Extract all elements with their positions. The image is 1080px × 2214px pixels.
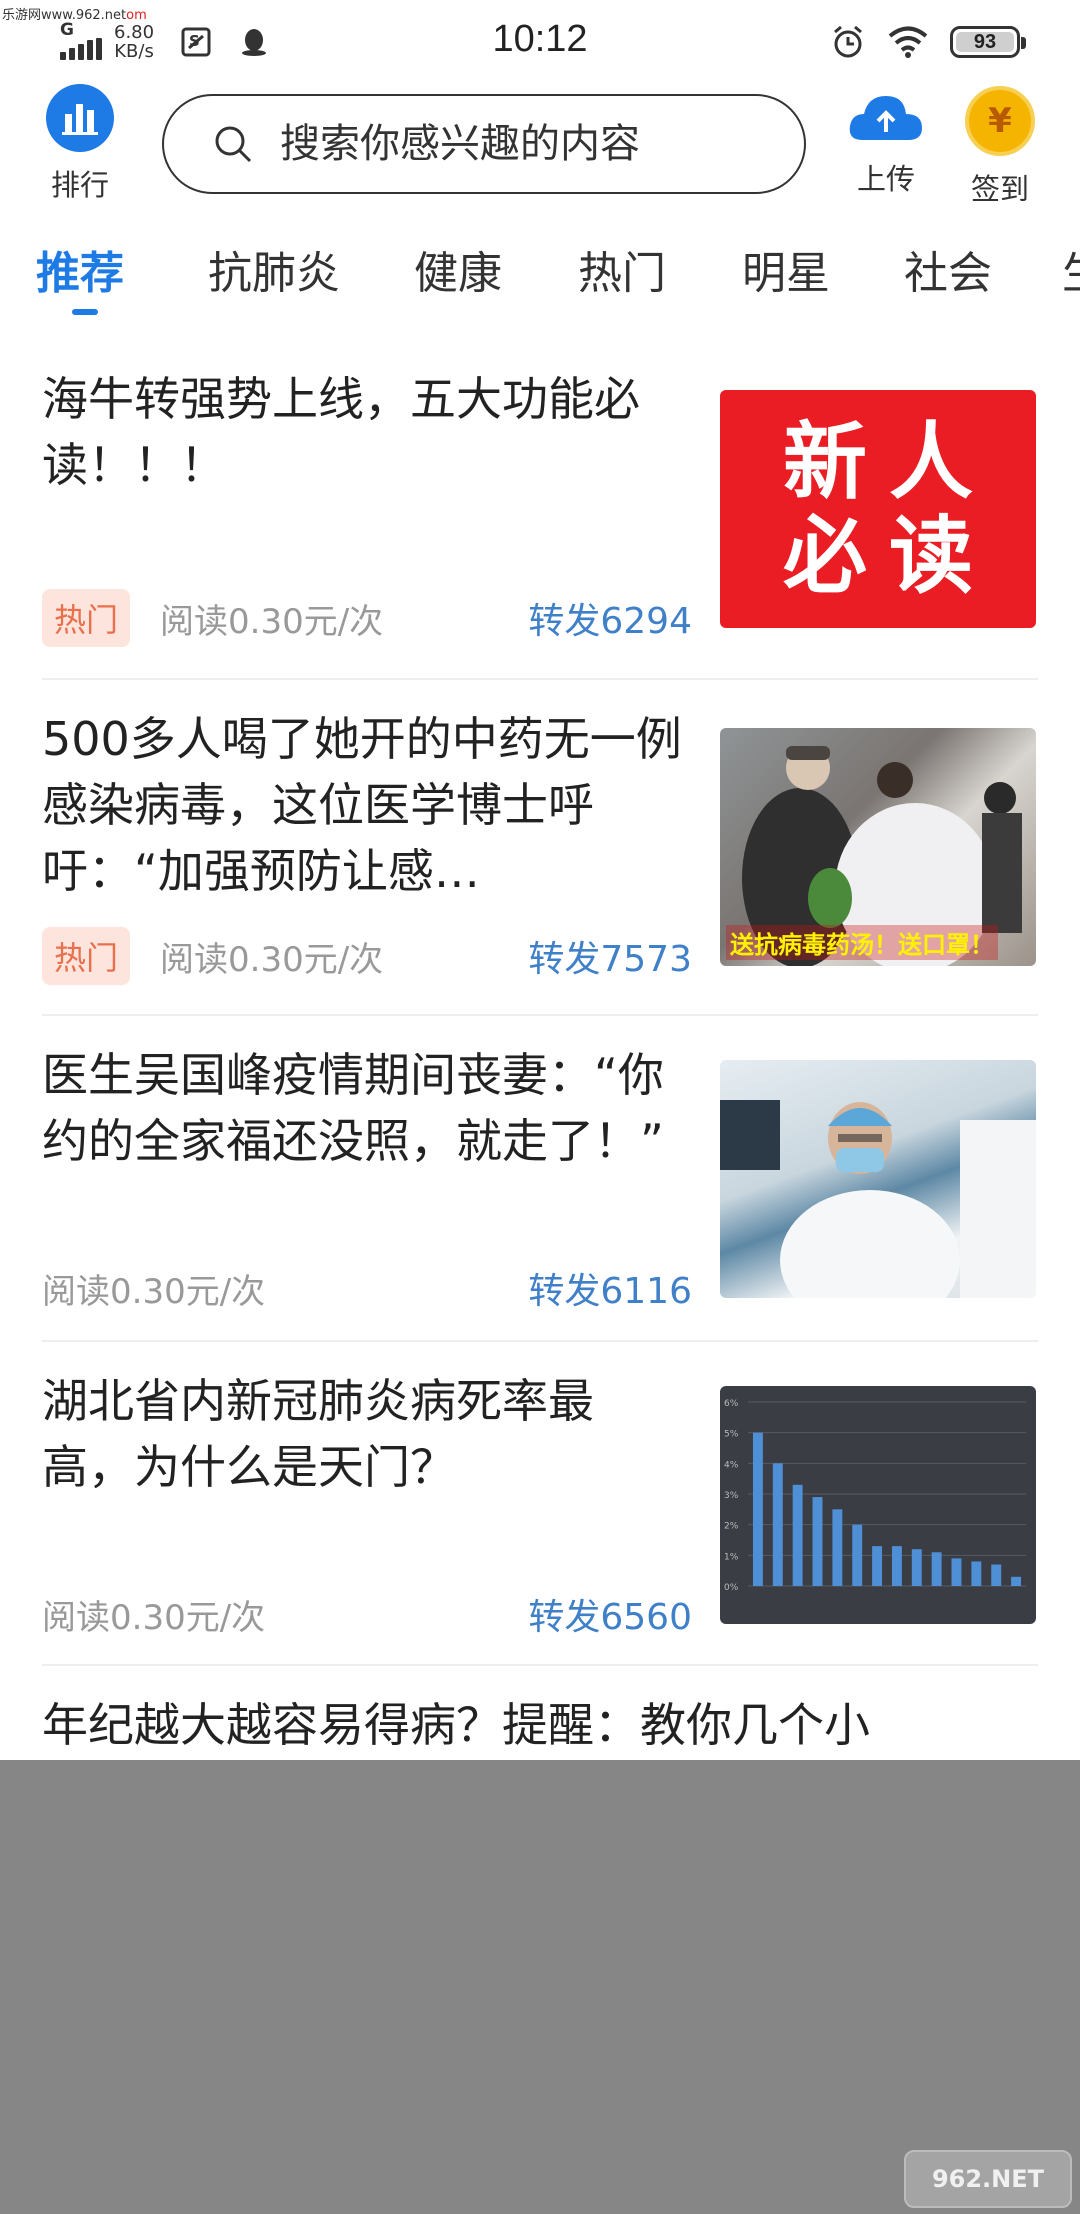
article-meta: 阅读0.30元/次 转发6116: [42, 1258, 692, 1318]
read-reward: 阅读0.30元/次: [42, 1597, 266, 1638]
chart-bar: [1011, 1576, 1022, 1586]
chart-bar: [772, 1463, 783, 1586]
chart-bar: [931, 1552, 942, 1586]
article-meta: 热门 阅读0.30元/次 转发7573: [42, 926, 692, 986]
article-thumbnail[interactable]: 新人 必读: [720, 390, 1036, 628]
fatality-rate-chart: 6% 5% 4% 3% 2% 1% 0%: [724, 1399, 1026, 1593]
article-card[interactable]: 年纪越大越容易得病？提醒：教你几个小: [0, 1686, 1080, 1766]
grey-overlay: 962.NET: [0, 1760, 1080, 2214]
chart-y-tick: 0%: [724, 1583, 739, 1593]
divider: [42, 1014, 1038, 1016]
coin-icon: ¥: [965, 86, 1035, 156]
article-title[interactable]: 海牛转强势上线，五大功能必读！！！: [42, 366, 682, 498]
tab-society[interactable]: 社会: [904, 237, 992, 301]
share-count[interactable]: 转发6116: [528, 1262, 692, 1314]
article-card[interactable]: 湖北省内新冠肺炎病死率最高，为什么是天门？ 阅读0.30元/次 转发6560 6…: [0, 1362, 1080, 1664]
chart-y-tick: 6%: [724, 1399, 739, 1409]
article-title[interactable]: 医生吴国峰疫情期间丧妻：“你约的全家福还没照，就走了！”: [42, 1042, 682, 1240]
search-input[interactable]: [280, 121, 740, 167]
divider: [42, 678, 1038, 680]
article-thumbnail[interactable]: 6% 5% 4% 3% 2% 1% 0%: [720, 1386, 1036, 1624]
share-count[interactable]: 转发6560: [528, 1588, 692, 1640]
header: 排行 上传 ¥ 签到: [0, 84, 1080, 214]
chart-bar: [991, 1564, 1002, 1586]
search-bar[interactable]: [162, 94, 806, 194]
article-card[interactable]: 医生吴国峰疫情期间丧妻：“你约的全家福还没照，就走了！” 阅读0.30元/次 转…: [0, 1036, 1080, 1340]
chart-bar: [911, 1549, 922, 1586]
share-count[interactable]: 转发6294: [528, 592, 692, 644]
article-card[interactable]: 海牛转强势上线，五大功能必读！！！ 热门 阅读0.30元/次 转发6294 新人…: [0, 360, 1080, 678]
article-card[interactable]: 500多人喝了她开的中药无一例感染病毒，这位医学博士呼吁：“加强预防让感… 热门…: [0, 700, 1080, 1014]
read-reward: 阅读0.30元/次: [160, 939, 384, 980]
battery-indicator: 93: [950, 26, 1026, 58]
thumbnail-caption: 送抗病毒药汤！送口罩！: [726, 925, 998, 960]
chart-bar: [891, 1546, 902, 1586]
tab-health[interactable]: 健康: [414, 237, 502, 301]
chart-bar: [832, 1509, 843, 1586]
chart-bar: [852, 1524, 863, 1586]
share-count[interactable]: 转发7573: [528, 930, 692, 982]
rank-label: 排行: [50, 168, 109, 202]
chart-bar: [792, 1484, 803, 1586]
chart-bar: [971, 1561, 982, 1586]
article-title[interactable]: 500多人喝了她开的中药无一例感染病毒，这位医学博士呼吁：“加强预防让感…: [42, 706, 682, 904]
article-title[interactable]: 年纪越大越容易得病？提醒：教你几个小: [42, 1692, 1042, 1758]
category-tabs: 推荐 抗肺炎 健康 热门 明星 社会 生: [0, 225, 1080, 315]
chart-y-tick: 1%: [724, 1552, 739, 1562]
watermark-logo: 962.NET: [904, 2150, 1072, 2208]
article-thumbnail[interactable]: 送抗病毒药汤！送口罩！: [720, 728, 1036, 966]
tab-anti-pneumonia[interactable]: 抗肺炎: [208, 237, 340, 301]
chart-y-tick: 4%: [724, 1460, 739, 1470]
divider: [42, 1340, 1038, 1342]
wifi-icon: [888, 26, 928, 58]
article-thumbnail[interactable]: [720, 1060, 1036, 1298]
chart-bar: [812, 1497, 823, 1586]
rank-button[interactable]: 排行: [40, 84, 120, 204]
divider: [42, 1664, 1038, 1666]
upload-label: 上传: [856, 162, 915, 196]
read-reward: 阅读0.30元/次: [160, 601, 384, 642]
chart-bar: [872, 1546, 883, 1586]
upload-button[interactable]: 上传: [846, 84, 926, 198]
article-title[interactable]: 湖北省内新冠肺炎病死率最高，为什么是天门？: [42, 1368, 682, 1500]
tab-recommend[interactable]: 推荐: [36, 237, 124, 301]
tab-celebrity[interactable]: 明星: [742, 237, 830, 301]
tab-hot[interactable]: 热门: [578, 237, 666, 301]
article-meta: 阅读0.30元/次 转发6560: [42, 1584, 692, 1644]
alarm-icon: [834, 25, 862, 58]
search-icon: [215, 126, 252, 163]
doctor-photo: [720, 1100, 1036, 1298]
bar-chart-icon: [62, 104, 98, 135]
read-reward: 阅读0.30元/次: [42, 1271, 266, 1312]
chart-y-tick: 5%: [724, 1430, 739, 1440]
chart-bar: [752, 1432, 763, 1586]
cloud-upload-icon: [849, 96, 922, 140]
chart-y-tick: 2%: [724, 1522, 739, 1532]
tab-indicator: [72, 309, 98, 315]
tab-more[interactable]: 生: [1062, 237, 1080, 301]
hot-badge: 热门: [42, 927, 131, 985]
article-meta: 热门 阅读0.30元/次 转发6294: [42, 588, 692, 648]
signin-button[interactable]: ¥ 签到: [960, 84, 1040, 208]
chart-y-tick: 3%: [724, 1491, 739, 1501]
hot-badge: 热门: [42, 589, 131, 647]
status-bar: G 6.80 KB/s S 10:12 93: [0, 0, 1080, 84]
signin-label: 签到: [970, 172, 1029, 206]
chart-bar: [951, 1558, 962, 1586]
